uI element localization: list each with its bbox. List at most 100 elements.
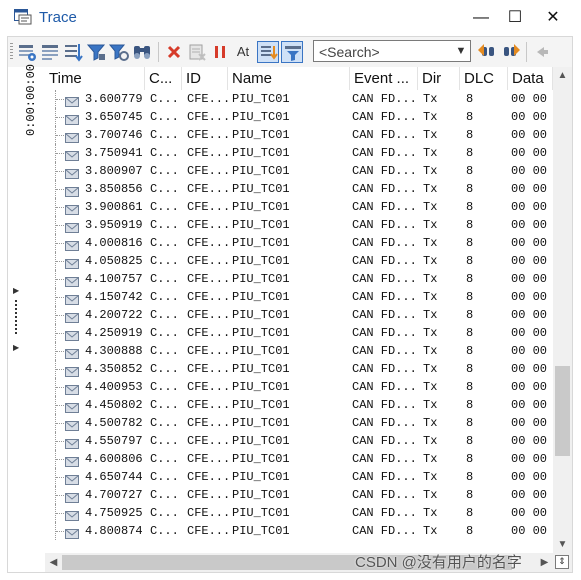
cell-name: PIU_TC01 [232,92,290,106]
cell-data: 00 00 [511,398,548,412]
message-envelope-icon [65,364,79,377]
column-header-data[interactable]: Data [508,67,553,90]
table-row[interactable]: 3.650745 C... CFE... PIU_TC01 CAN FD... Tx 8 00… [45,108,553,126]
toolbar-grip[interactable] [10,43,13,61]
close-button[interactable]: ✕ [538,6,568,30]
cell-dlc: 8 [466,164,474,178]
filter-advanced-icon[interactable] [108,41,130,63]
table-row[interactable]: 4.500782 C... CFE... PIU_TC01 CAN FD... Tx 8 00… [45,414,553,432]
tree-connector [56,117,64,118]
cell-channel: C... [150,128,179,142]
table-row[interactable]: 4.300888 C... CFE... PIU_TC01 CAN FD... Tx 8 00… [45,342,553,360]
table-row[interactable]: 3.900861 C... CFE... PIU_TC01 CAN FD... Tx 8 00… [45,198,553,216]
table-row[interactable]: 4.400953 C... CFE... PIU_TC01 CAN FD... Tx 8 00… [45,378,553,396]
cell-dlc: 8 [466,146,474,160]
grid-header: Time C... ID Name Event ... Dir DLC Data [45,67,553,90]
collapse-right-icon[interactable]: ▶ [13,343,19,352]
pause-icon[interactable] [209,41,231,63]
delete-icon[interactable] [163,41,185,63]
column-header-time[interactable]: Time [45,67,145,90]
table-row[interactable]: 4.000816 C... CFE... PIU_TC01 CAN FD... Tx 8 00… [45,234,553,252]
cell-data: 00 00 [511,218,548,232]
cell-channel: C... [150,470,179,484]
cell-channel: C... [150,524,179,538]
tree-connector [56,207,64,208]
search-combobox[interactable]: ▼ [313,40,471,62]
cell-channel: C... [150,344,179,358]
table-row[interactable]: 4.700727 C... CFE... PIU_TC01 CAN FD... Tx 8 00… [45,486,553,504]
cell-channel: C... [150,290,179,304]
cell-time: 4.750925 [85,506,143,520]
cell-data: 00 00 [511,362,548,376]
table-row[interactable]: 3.750941 C... CFE... PIU_TC01 CAN FD... Tx 8 00… [45,144,553,162]
search-input[interactable] [317,42,451,62]
table-row[interactable]: 4.550797 C... CFE... PIU_TC01 CAN FD... Tx 8 00… [45,432,553,450]
table-row[interactable]: 4.450802 C... CFE... PIU_TC01 CAN FD... Tx 8 00… [45,396,553,414]
cell-data: 00 00 [511,308,548,322]
table-row[interactable]: 4.800874 C... CFE... PIU_TC01 CAN FD... Tx 8 00… [45,522,553,540]
cell-time: 4.250919 [85,326,143,340]
sort-icon[interactable] [62,41,84,63]
trace-settings-icon[interactable] [16,41,38,63]
find-prev-icon[interactable] [476,41,498,63]
cell-channel: C... [150,434,179,448]
cell-data: 00 00 [511,110,548,124]
vertical-scrollbar[interactable]: ▲ ▼ [553,67,572,553]
table-row[interactable]: 3.800907 C... CFE... PIU_TC01 CAN FD... Tx 8 00… [45,162,553,180]
find-next-icon[interactable] [500,41,522,63]
table-row[interactable]: 4.600806 C... CFE... PIU_TC01 CAN FD... Tx 8 00… [45,450,553,468]
find-icon[interactable] [131,41,153,63]
table-row[interactable]: 4.050825 C... CFE... PIU_TC01 CAN FD... Tx 8 00… [45,252,553,270]
table-row[interactable]: 4.150742 C... CFE... PIU_TC01 CAN FD... Tx 8 00… [45,288,553,306]
back-icon[interactable] [530,41,552,63]
column-header-name[interactable]: Name [228,67,350,90]
cell-data: 00 00 [511,236,548,250]
trace-window-icon[interactable] [39,41,61,63]
auto-scroll-icon[interactable] [281,41,303,63]
table-row[interactable]: 4.250919 C... CFE... PIU_TC01 CAN FD... Tx 8 00… [45,324,553,342]
column-header-dir[interactable]: Dir [418,67,460,90]
table-row[interactable]: 4.350852 C... CFE... PIU_TC01 CAN FD... Tx 8 00… [45,360,553,378]
cell-name: PIU_TC01 [232,470,290,484]
time-absolute-icon[interactable]: At [232,41,254,63]
chevron-down-icon[interactable]: ▼ [454,44,468,58]
cell-id: CFE... [187,452,231,466]
maximize-button[interactable]: ☐ [500,6,530,30]
vertical-scroll-thumb[interactable] [555,366,570,457]
expand-details-icon[interactable]: ⇕ [555,555,569,569]
column-header-channel[interactable]: C... [145,67,182,90]
column-header-event-type[interactable]: Event ... [350,67,418,90]
splitter-grip[interactable] [15,300,17,336]
minimize-button[interactable]: — [466,6,496,30]
cell-dlc: 8 [466,92,474,106]
scroll-up-icon[interactable]: ▲ [553,67,572,84]
scroll-right-icon[interactable]: ▶ [536,553,553,572]
scroll-left-icon[interactable]: ◀ [45,553,62,572]
cell-time: 4.000816 [85,236,143,250]
expand-right-icon[interactable]: ▶ [13,286,19,295]
table-row[interactable]: 3.700746 C... CFE... PIU_TC01 CAN FD... Tx 8 00… [45,126,553,144]
table-row[interactable]: 3.950919 C... CFE... PIU_TC01 CAN FD... Tx 8 00… [45,216,553,234]
table-row[interactable]: 3.850856 C... CFE... PIU_TC01 CAN FD... Tx 8 00… [45,180,553,198]
scroll-down-icon[interactable]: ▼ [553,536,572,553]
message-envelope-icon [65,220,79,233]
cell-channel: C... [150,398,179,412]
filter-icon[interactable] [85,41,107,63]
table-row[interactable]: 4.650744 C... CFE... PIU_TC01 CAN FD... Tx 8 00… [45,468,553,486]
cell-id: CFE... [187,380,231,394]
scroll-lock-icon[interactable] [257,41,279,63]
cell-id: CFE... [187,272,231,286]
table-row[interactable]: 4.200722 C... CFE... PIU_TC01 CAN FD... Tx 8 00… [45,306,553,324]
clear-icon[interactable] [186,41,208,63]
table-row[interactable]: 4.100757 C... CFE... PIU_TC01 CAN FD... Tx 8 00… [45,270,553,288]
cell-name: PIU_TC01 [232,380,290,394]
column-header-id[interactable]: ID [182,67,228,90]
cell-event-type: CAN FD... [352,470,417,484]
cell-channel: C... [150,506,179,520]
cell-channel: C... [150,200,179,214]
table-row[interactable]: 4.750925 C... CFE... PIU_TC01 CAN FD... Tx 8 00… [45,504,553,522]
message-envelope-icon [65,202,79,215]
cell-dlc: 8 [466,308,474,322]
table-row[interactable]: 3.600779 C... CFE... PIU_TC01 CAN FD... Tx 8 00… [45,90,553,108]
column-header-dlc[interactable]: DLC [460,67,508,90]
